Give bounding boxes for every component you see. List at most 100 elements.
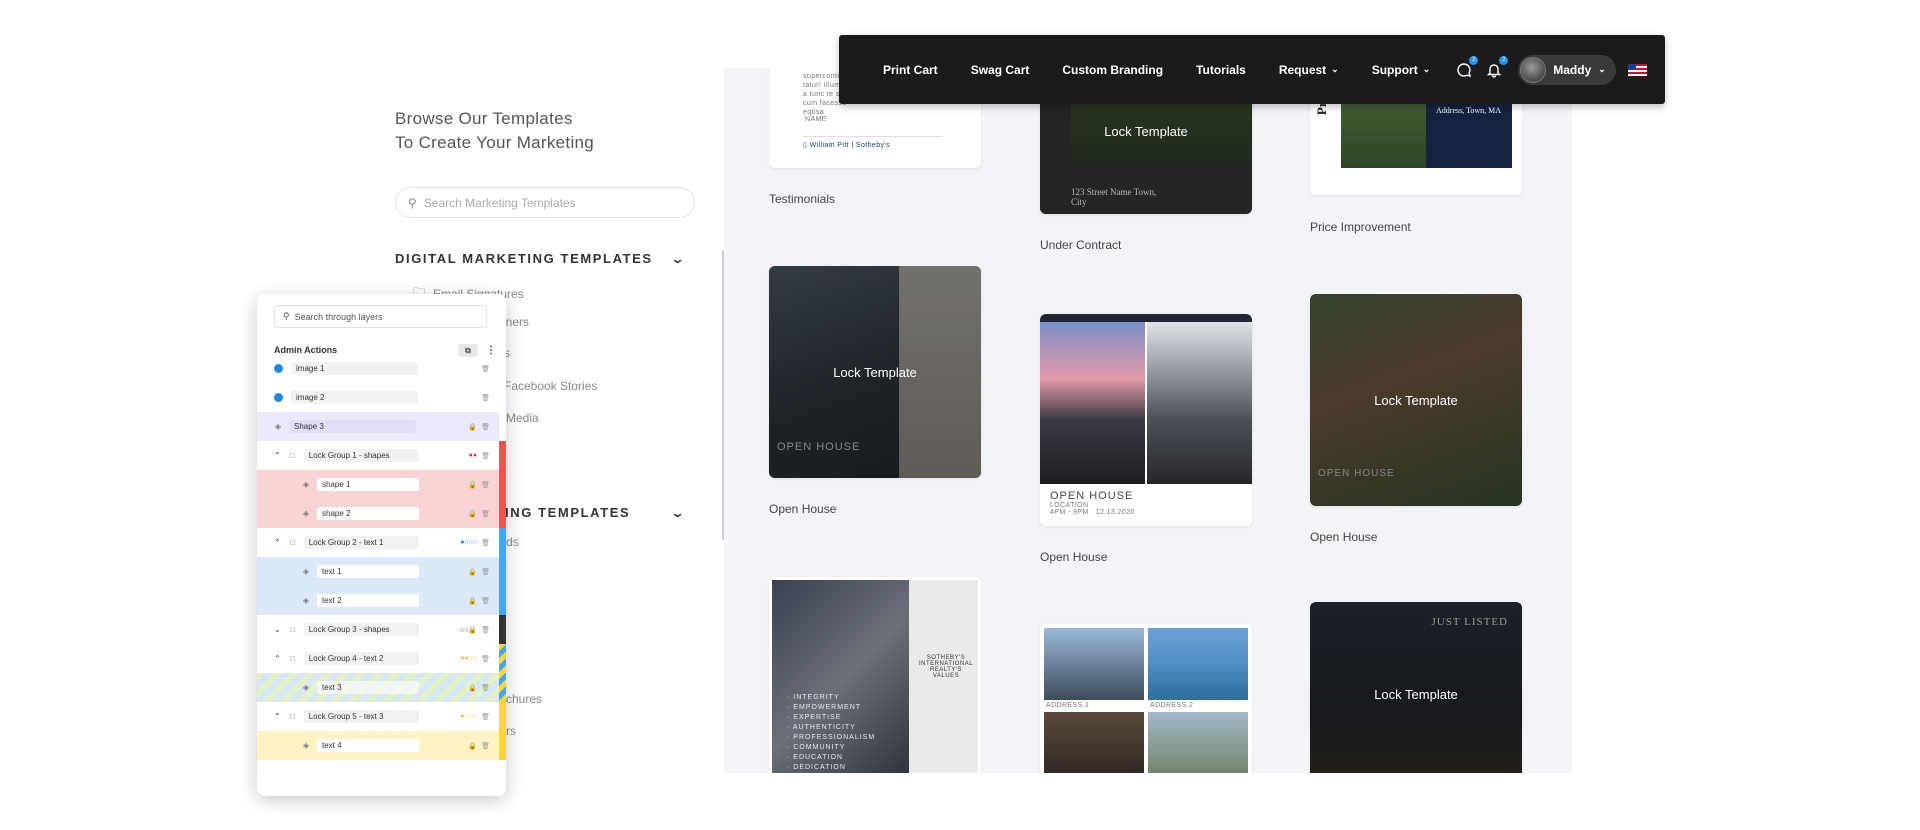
chevron-up-icon[interactable]: ⌃ <box>274 451 281 460</box>
chevron-down-icon[interactable]: ⌄ <box>671 252 687 266</box>
trash-icon[interactable]: 🗑 <box>481 423 490 431</box>
folder-icon: □ <box>290 653 296 663</box>
user-name: Maddy <box>1553 62 1592 77</box>
trash-icon[interactable]: 🗑 <box>481 539 490 547</box>
value-item: · INTEGRITY <box>787 694 840 701</box>
text-icon: ◈ <box>302 595 310 605</box>
trash-icon[interactable]: 🗑 <box>481 742 490 750</box>
chevron-down-icon: ⌄ <box>1598 64 1606 74</box>
nav-custom-branding[interactable]: Custom Branding <box>1062 63 1163 77</box>
category-label: Facebook Stories <box>504 379 598 393</box>
lock-icon[interactable]: ○○🔒 <box>460 626 477 634</box>
brand-text: Sotheby's <box>855 142 891 149</box>
card-address: Address, Town, MA <box>1436 106 1502 115</box>
template-gallery: supercontinua tatur! Illum a tunc te sedi c… <box>724 68 1572 773</box>
template-card-listings[interactable]: ADDRESS 1 ADDRESS 2 <box>1040 624 1252 773</box>
trash-icon[interactable]: 🗑 <box>481 394 490 402</box>
lock-template-label: Lock Template <box>1104 123 1188 139</box>
lock-icon[interactable]: 🔒 <box>468 597 477 605</box>
template-card-open-house[interactable]: Lock Template OPEN HOUSE <box>1310 294 1522 506</box>
card-heading: OPEN HOUSE <box>1050 490 1134 502</box>
layer-group-row[interactable]: ⌃ □ Lock Group 4 - text 2 ●●○○ 🗑 <box>257 644 499 673</box>
notification-badge: 2 <box>1469 55 1479 65</box>
search-icon: ⚲ <box>408 195 417 210</box>
layer-name: Lock Group 3 - shapes <box>303 623 419 636</box>
lock-icon[interactable]: ●● <box>469 452 477 460</box>
chevron-down-icon[interactable]: ⌄ <box>274 625 281 634</box>
bell-icon[interactable]: 2 <box>1484 55 1509 80</box>
lock-icon[interactable]: ●●○○ <box>460 655 477 663</box>
values-title: SOTHEBY'S INTERNATIONAL REALTY'S VALUES <box>918 655 974 679</box>
layer-search-placeholder: Search through layers <box>294 311 383 322</box>
trash-icon[interactable]: 🗑 <box>481 510 490 518</box>
layer-row[interactable]: image 1 🗑 <box>257 354 499 383</box>
trash-icon[interactable]: 🗑 <box>481 684 490 692</box>
lock-icon[interactable]: 🔒 <box>468 423 477 431</box>
group-color-bar <box>499 441 506 529</box>
layer-row[interactable]: ◈ text 1 🔒 🗑 <box>257 557 499 586</box>
template-card-values[interactable]: SOTHEBY'S INTERNATIONAL REALTY'S VALUES … <box>769 577 981 773</box>
category-item[interactable]: rs <box>506 724 516 738</box>
category-facebook-stories[interactable]: Facebook Stories <box>504 379 597 393</box>
layer-search-input[interactable]: ⚲ Search through layers <box>274 305 487 328</box>
nav-swag-cart[interactable]: Swag Cart <box>971 63 1030 77</box>
layer-row[interactable]: ◈ text 4 🔒 🗑 <box>257 731 499 760</box>
lock-icon[interactable]: ●○○○ <box>460 713 477 721</box>
trash-icon[interactable]: 🗑 <box>481 452 490 460</box>
lock-icon[interactable]: 🔒 <box>468 742 477 750</box>
layer-group-row[interactable]: ⌃ □ Lock Group 1 - shapes ●● 🗑 <box>257 441 499 470</box>
category-social-media[interactable]: Media <box>506 411 539 425</box>
avatar <box>1520 56 1547 83</box>
layer-row[interactable]: ◈ text 3 🔒 🗑 <box>257 673 499 702</box>
card-label: Under Contract <box>1040 238 1122 252</box>
template-card-just-listed[interactable]: Lock Template JUST LISTED <box>1310 602 1522 773</box>
layer-row[interactable]: image 2 🗑 <box>257 383 499 412</box>
section-digital-marketing[interactable]: DIGITAL MARKETING TEMPLATES ⌄ <box>395 251 685 266</box>
nav-print-cart[interactable]: Print Cart <box>883 63 938 77</box>
trash-icon[interactable]: 🗑 <box>481 597 490 605</box>
category-brochures[interactable]: chures <box>506 692 542 706</box>
layer-group-row[interactable]: ⌃ □ Lock Group 2 - text 1 ●○○○ 🗑 <box>257 528 499 557</box>
lock-icon[interactable]: 🔒 <box>468 510 477 518</box>
trash-icon[interactable]: 🗑 <box>481 365 490 373</box>
trash-icon[interactable]: 🗑 <box>481 481 490 489</box>
chevron-up-icon[interactable]: ⌃ <box>274 654 281 663</box>
search-icon: ⚲ <box>283 311 290 321</box>
lock-icon[interactable]: 🔒 <box>468 568 477 576</box>
lock-template-label: Lock Template <box>1374 392 1458 408</box>
nav-request[interactable]: Request ⌄ <box>1279 63 1339 77</box>
template-card-open-house[interactable]: OPEN HOUSE LOCATION 4PM - 9PM 12.13.2020 <box>1040 314 1252 526</box>
layer-row[interactable]: ◈ shape 2 🔒 🗑 <box>257 499 499 528</box>
layer-row[interactable]: ◈ text 2 🔒 🗑 <box>257 586 499 615</box>
lock-icon[interactable]: ●○○○ <box>460 539 477 547</box>
card-heading: OPEN HOUSE <box>1318 468 1395 479</box>
chevron-down-icon[interactable]: ⌄ <box>671 506 687 520</box>
trash-icon[interactable]: 🗑 <box>481 713 490 721</box>
layer-row[interactable]: ◈ shape 1 🔒 🗑 <box>257 470 499 499</box>
layer-row[interactable]: ◈ Shape 3 🔒 🗑 <box>257 412 499 441</box>
chevron-up-icon[interactable]: ⌃ <box>274 538 281 547</box>
nav-support[interactable]: Support ⌄ <box>1372 63 1431 77</box>
layer-group-row[interactable]: ⌄ □ Lock Group 3 - shapes ○○🔒 🗑 <box>257 615 499 644</box>
us-flag-icon[interactable] <box>1627 63 1647 76</box>
layer-group-row[interactable]: ⌃ □ Lock Group 5 - text 3 ●○○○ 🗑 <box>257 702 499 731</box>
chevron-up-icon[interactable]: ⌃ <box>274 712 281 721</box>
group-color-bar <box>499 615 506 644</box>
layer-name: Lock Group 4 - text 2 <box>303 652 419 665</box>
trash-icon[interactable]: 🗑 <box>481 626 490 634</box>
category-item[interactable]: ds <box>506 535 519 549</box>
category-label: Media <box>506 411 539 425</box>
trash-icon[interactable]: 🗑 <box>481 655 490 663</box>
card-address: 123 Street Name Town, City <box>1071 187 1157 207</box>
user-menu[interactable]: Maddy ⌄ <box>1518 54 1616 85</box>
lock-icon[interactable]: 🔒 <box>468 684 477 692</box>
group-color-bar <box>499 702 506 760</box>
section-print-marketing[interactable]: ING TEMPLATES ⌄ <box>505 505 685 520</box>
template-card-open-house[interactable]: Lock Template OPEN HOUSE <box>769 266 981 478</box>
nav-tutorials[interactable]: Tutorials <box>1196 63 1246 77</box>
card-label: Open House <box>1040 550 1108 564</box>
lock-icon[interactable]: 🔒 <box>468 481 477 489</box>
chat-icon[interactable]: 2 <box>1454 55 1479 80</box>
trash-icon[interactable]: 🗑 <box>481 568 490 576</box>
template-search-input[interactable]: ⚲ Search Marketing Templates <box>395 187 695 218</box>
